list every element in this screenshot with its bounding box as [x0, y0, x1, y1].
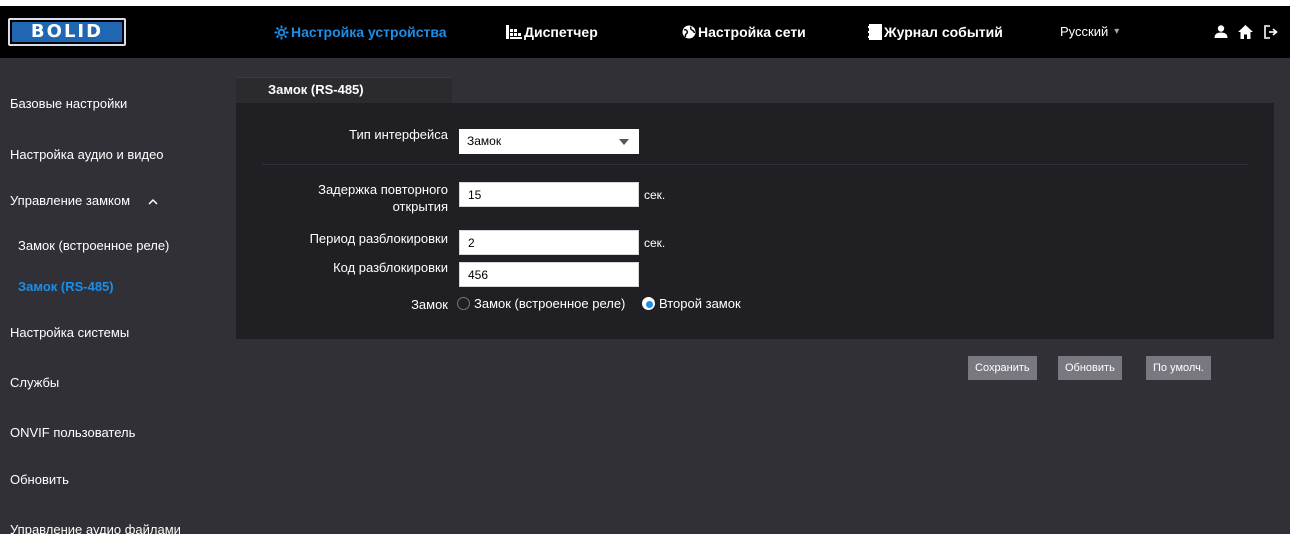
radio-unchecked-icon[interactable] — [457, 297, 470, 310]
chevron-down-icon: ▾ — [1114, 26, 1120, 37]
tab-label: Замок (RS-485) — [268, 82, 364, 97]
sidebar-item-label: Управление замком — [10, 193, 131, 208]
unlock-period-label: Период разблокировки — [309, 231, 448, 246]
reopen-delay-value: 15 — [468, 188, 482, 202]
unlock-period-value: 2 — [468, 236, 475, 250]
globe-icon — [682, 25, 696, 39]
unlock-period-unit: сек. — [644, 236, 666, 250]
save-button[interactable]: Сохранить — [968, 356, 1037, 380]
unlock-code-input[interactable]: 456 — [459, 262, 639, 287]
radio-checked-icon[interactable] — [642, 297, 655, 310]
app-window: BOLID Настройка устройства Диспетчер Нас… — [0, 6, 1290, 534]
sidebar-item-services[interactable]: Службы — [0, 370, 234, 396]
reopen-delay-label: Задержка повторного открытия — [238, 181, 448, 215]
language-select-value: Русский — [1060, 24, 1109, 39]
reopen-delay-label-line2: открытия — [392, 199, 448, 214]
sidebar-item-update[interactable]: Обновить — [0, 467, 234, 493]
divider — [262, 164, 1248, 165]
sidebar-item-label: Обновить — [10, 472, 69, 487]
sidebar-item-basic-settings[interactable]: Базовые настройки — [0, 91, 234, 117]
brand-logo[interactable]: BOLID — [8, 18, 126, 46]
logout-icon[interactable] — [1264, 25, 1278, 39]
sidebar-item-audio-video[interactable]: Настройка аудио и видео — [0, 142, 234, 168]
interface-type-select[interactable]: Замок — [459, 129, 639, 154]
nav-dispatcher[interactable]: Диспетчер — [506, 6, 598, 58]
top-navigation-bar: BOLID Настройка устройства Диспетчер Нас… — [0, 6, 1290, 58]
dropdown-arrow-icon — [619, 139, 629, 145]
sidebar-item-label: Службы — [10, 375, 60, 390]
chevron-up-icon — [148, 199, 158, 205]
nav-event-log[interactable]: Журнал событий — [868, 6, 1003, 58]
brand-logo-text: BOLID — [12, 22, 122, 42]
sidebar-item-label: Замок (встроенное реле) — [18, 238, 170, 253]
interface-type-value: Замок — [467, 134, 502, 148]
lock-option-second-lock[interactable]: Второй замок — [642, 296, 741, 311]
reopen-delay-label-line1: Задержка повторного — [318, 182, 448, 197]
nav-dispatcher-label: Диспетчер — [524, 24, 598, 40]
language-select[interactable]: Русский ▾ — [1060, 6, 1119, 58]
reopen-delay-unit: сек. — [644, 188, 666, 202]
nav-network-settings[interactable]: Настройка сети — [682, 6, 806, 58]
user-icon[interactable] — [1214, 25, 1228, 38]
sidebar-item-label: Настройка системы — [10, 325, 130, 340]
sidebar-item-label: Базовые настройки — [10, 96, 128, 111]
lock-label: Замок — [411, 297, 448, 312]
log-book-icon — [868, 24, 882, 40]
nav-device-settings-label: Настройка устройства — [291, 24, 447, 40]
sidebar-item-label: Управление аудио файлами — [10, 522, 181, 534]
default-button[interactable]: По умолч. — [1146, 356, 1211, 380]
unlock-code-label: Код разблокировки — [333, 260, 448, 275]
settings-panel: Тип интерфейса Замок Задержка повторного… — [236, 103, 1274, 339]
gear-icon — [274, 24, 289, 40]
sidebar: Базовые настройки Настройка аудио и виде… — [0, 58, 234, 534]
reopen-delay-input[interactable]: 15 — [459, 182, 639, 207]
nav-device-settings[interactable]: Настройка устройства — [274, 6, 447, 58]
sidebar-item-label: ONVIF пользователь — [10, 425, 136, 440]
sidebar-item-lock-rs485[interactable]: Замок (RS-485) — [0, 274, 234, 300]
refresh-button[interactable]: Обновить — [1058, 356, 1122, 380]
unlock-code-value: 456 — [468, 268, 489, 282]
sidebar-item-system-settings[interactable]: Настройка системы — [0, 320, 234, 346]
tab-lock-rs485[interactable]: Замок (RS-485) — [236, 77, 452, 103]
sidebar-item-audio-files[interactable]: Управление аудио файлами — [0, 517, 234, 534]
unlock-period-input[interactable]: 2 — [459, 230, 639, 255]
nav-network-settings-label: Настройка сети — [698, 24, 806, 40]
lock-option-builtin-label: Замок (встроенное реле) — [474, 296, 626, 311]
home-icon[interactable] — [1238, 25, 1253, 39]
dispatcher-icon — [506, 25, 522, 39]
sidebar-item-label: Настройка аудио и видео — [10, 147, 164, 162]
lock-option-second-label: Второй замок — [659, 296, 741, 311]
lock-option-builtin-relay[interactable]: Замок (встроенное реле) — [457, 296, 625, 311]
sidebar-item-onvif-user[interactable]: ONVIF пользователь — [0, 420, 234, 446]
sidebar-item-lock-builtin-relay[interactable]: Замок (встроенное реле) — [0, 233, 234, 259]
sidebar-item-label: Замок (RS-485) — [18, 279, 114, 294]
sidebar-item-lock-control[interactable]: Управление замком — [0, 188, 234, 214]
nav-event-log-label: Журнал событий — [884, 24, 1003, 40]
interface-type-label: Тип интерфейса — [349, 127, 448, 142]
